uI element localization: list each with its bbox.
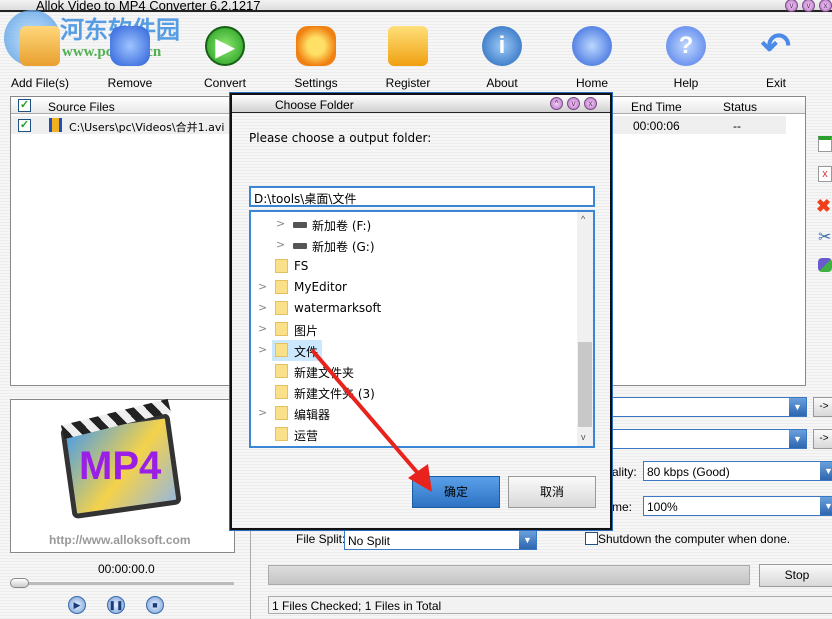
annotation-arrow xyxy=(310,348,432,492)
